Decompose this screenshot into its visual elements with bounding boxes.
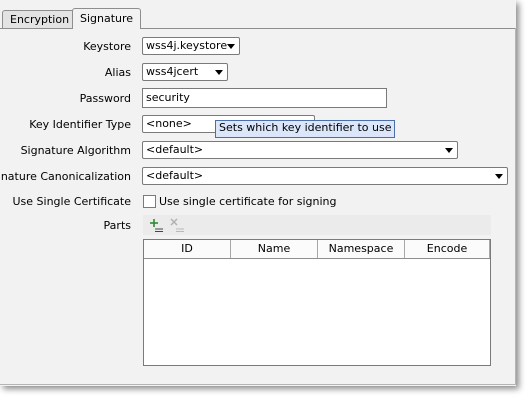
chevron-down-icon xyxy=(445,148,453,153)
add-icon[interactable] xyxy=(147,216,165,234)
password-field[interactable]: security xyxy=(142,88,387,108)
keystore-value: wss4j.keystore xyxy=(146,39,228,52)
tab-signature[interactable]: Signature xyxy=(72,8,142,29)
signature-canonicalization-value: <default> xyxy=(146,169,204,182)
tooltip: Sets which key identifier to use xyxy=(215,120,396,138)
password-label: Password xyxy=(79,92,131,105)
use-single-certificate-checkbox[interactable] xyxy=(143,195,156,208)
tab-encryption[interactable]: Encryption xyxy=(2,10,78,28)
parts-label: Parts xyxy=(103,219,131,232)
column-header-encode[interactable]: Encode xyxy=(405,240,490,258)
use-single-certificate-label: Use Single Certificate xyxy=(12,195,132,208)
key-identifier-type-label: Key Identifier Type xyxy=(29,118,131,131)
parts-toolbar xyxy=(143,215,491,235)
alias-value: wss4jcert xyxy=(146,65,199,78)
alias-combo[interactable]: wss4jcert xyxy=(142,63,228,81)
column-header-namespace[interactable]: Namespace xyxy=(318,240,405,258)
use-single-certificate-checkbox-label[interactable]: Use single certificate for signing xyxy=(159,195,336,208)
chevron-down-icon xyxy=(227,44,235,49)
top-strip xyxy=(0,0,516,8)
remove-icon[interactable] xyxy=(168,216,186,234)
key-identifier-type-value: <none> xyxy=(146,117,192,130)
column-header-id[interactable]: ID xyxy=(144,240,231,258)
column-header-name[interactable]: Name xyxy=(231,240,318,258)
parts-table-header: ID Name Namespace Encode xyxy=(144,240,490,259)
keystore-label: Keystore xyxy=(83,40,131,53)
parts-table[interactable]: ID Name Namespace Encode xyxy=(143,239,491,366)
chevron-down-icon xyxy=(215,70,223,75)
chevron-down-icon xyxy=(495,174,503,179)
signature-algorithm-value: <default> xyxy=(146,143,204,156)
signature-panel: Keystore wss4j.keystore Alias wss4jcert … xyxy=(0,28,516,385)
signature-canonicalization-combo[interactable]: <default> xyxy=(142,167,508,185)
keystore-combo[interactable]: wss4j.keystore xyxy=(142,37,240,55)
window: Encryption Signature Keystore wss4j.keys… xyxy=(0,0,516,386)
alias-label: Alias xyxy=(104,66,131,79)
signature-algorithm-label: Signature Algorithm xyxy=(20,144,131,157)
tab-bar: Encryption Signature xyxy=(0,8,516,29)
signature-canonicalization-label: Signature Canonicalization xyxy=(0,170,131,183)
signature-algorithm-combo[interactable]: <default> xyxy=(142,141,458,159)
